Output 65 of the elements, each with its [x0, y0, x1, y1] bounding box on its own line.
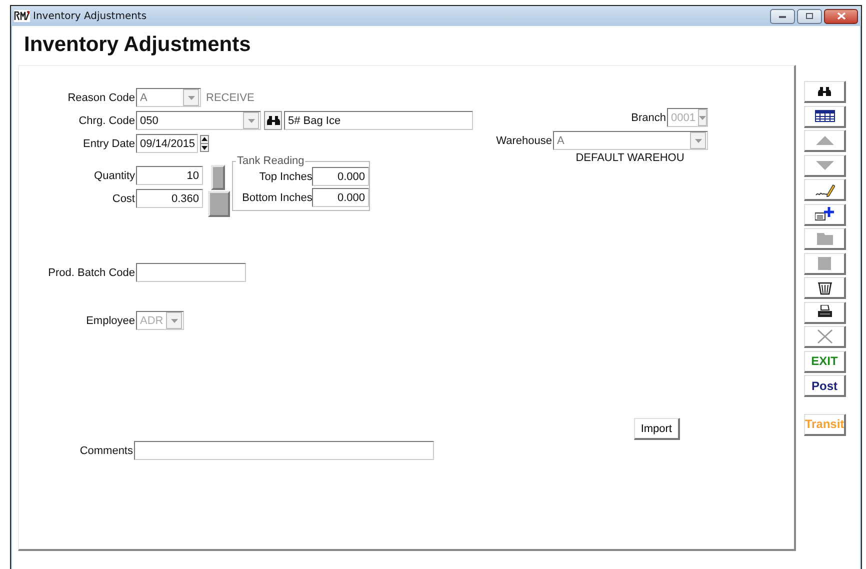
import-button[interactable]: Import: [634, 418, 680, 440]
toolbar-button[interactable]: Post: [804, 375, 846, 397]
group-title: Tank Reading: [236, 155, 306, 167]
dropdown-arrow-icon: [694, 138, 702, 142]
blank-button[interactable]: [208, 190, 230, 216]
inches-field[interactable]: 0.000: [312, 167, 369, 186]
window-title: Inventory Adjustments: [33, 10, 147, 22]
field-label: Prod. Batch Code: [47, 266, 135, 278]
dropdown-arrow-icon: [170, 318, 178, 322]
signature-button[interactable]: [804, 179, 846, 201]
quantity-field[interactable]: 10: [136, 166, 203, 185]
charge-description-field[interactable]: 5# Bag Ice: [284, 111, 473, 130]
blank-button[interactable]: [211, 165, 225, 190]
warehouse-dropdown[interactable]: A: [553, 131, 708, 150]
binoculars-button[interactable]: [804, 81, 846, 103]
reason-description: RECEIVE: [206, 92, 254, 104]
trash-icon: [818, 280, 832, 294]
field-label: Chrg. Code: [78, 114, 135, 126]
cost-field[interactable]: 0.360: [136, 189, 203, 208]
field-label: Comments: [78, 444, 133, 456]
batch-code-field[interactable]: [136, 263, 246, 282]
add-button[interactable]: [804, 204, 846, 226]
dropdown-arrow-icon: [248, 118, 254, 122]
search-button[interactable]: [264, 111, 282, 130]
printer-button[interactable]: [804, 302, 846, 324]
field-label: Reason Code: [66, 92, 135, 104]
comments-field[interactable]: [134, 441, 434, 460]
square-icon: [818, 256, 831, 270]
binoculars-icon: [818, 86, 831, 97]
binoculars-icon: [266, 115, 280, 126]
entry-date-field[interactable]: 09/14/2015: [136, 134, 198, 153]
field-label: Quantity: [93, 170, 135, 182]
field-label: Branch: [631, 112, 666, 124]
minimize-icon: [778, 13, 787, 19]
dropdown-arrow-icon: [699, 116, 706, 120]
pen-signature-icon: [814, 182, 834, 196]
minimize-button[interactable]: [770, 8, 795, 24]
field-label: Bottom Inches: [241, 192, 312, 204]
close-icon: [816, 329, 832, 344]
grid-button[interactable]: [804, 106, 846, 128]
up-arrow-icon: [816, 136, 834, 145]
field-label: Cost: [111, 192, 135, 204]
maximize-icon: [805, 12, 814, 20]
field-label: Top Inches: [258, 170, 312, 182]
maximize-button[interactable]: [797, 8, 822, 24]
printer-icon: [818, 305, 832, 319]
field-label: Warehouse: [496, 134, 552, 146]
table-icon: [814, 110, 834, 122]
inches-field[interactable]: 0.000: [312, 188, 369, 207]
spinner-icon[interactable]: [200, 135, 209, 152]
toolbar-button[interactable]: EXIT: [804, 350, 846, 372]
trash-button[interactable]: [804, 277, 846, 299]
page-heading: Inventory Adjustments: [24, 32, 252, 58]
charge-code-dropdown[interactable]: 050: [136, 111, 261, 130]
close-button[interactable]: [824, 8, 858, 24]
reason-code-dropdown[interactable]: A: [136, 88, 201, 107]
field-label: Entry Date: [82, 138, 135, 150]
add-record-icon: [814, 207, 834, 221]
field-label: Employee: [85, 314, 135, 326]
warehouse-description: DEFAULT WAREHOU: [576, 152, 684, 164]
down-arrow-icon: [816, 160, 834, 170]
dropdown-arrow-icon: [188, 96, 194, 100]
app-logo-icon: [14, 10, 30, 22]
close-icon: [836, 12, 846, 20]
folder-icon: [816, 232, 832, 244]
